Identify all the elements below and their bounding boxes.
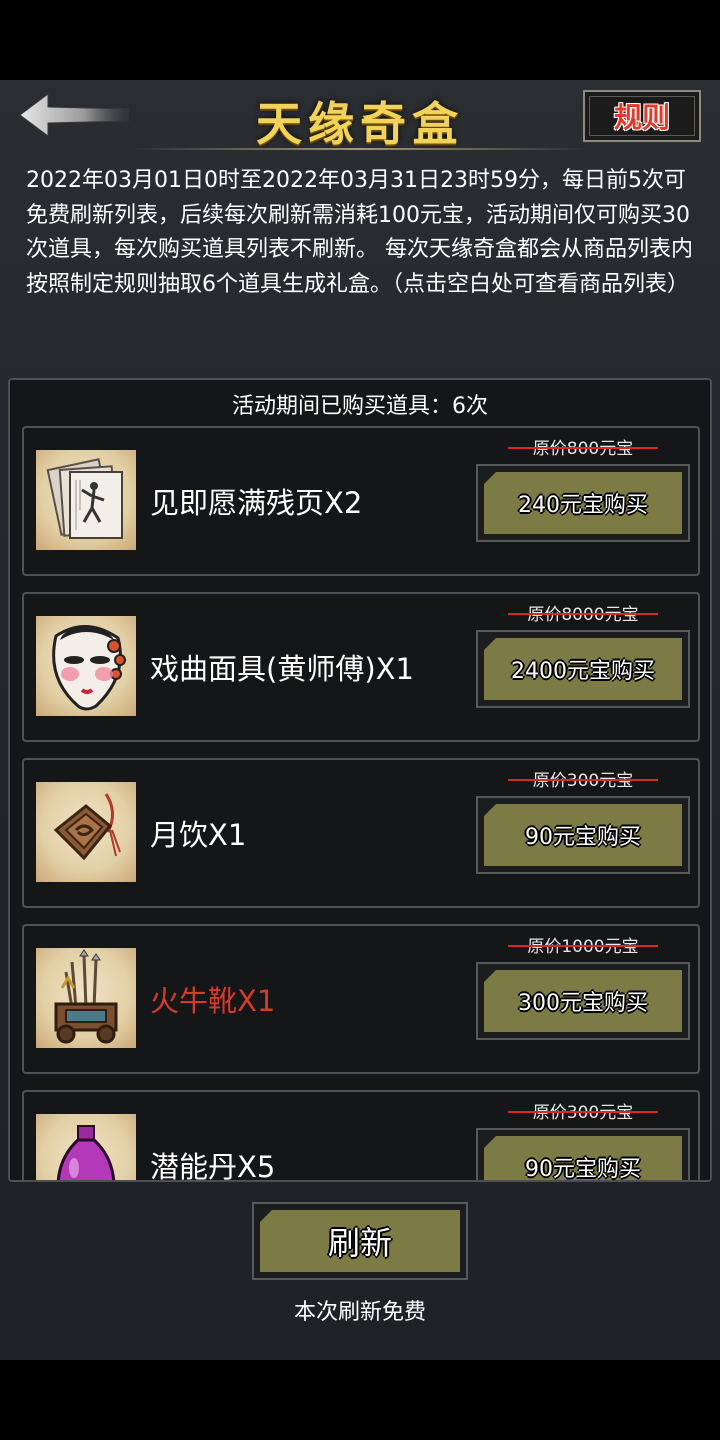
refresh-label: 刷新: [327, 1224, 392, 1262]
buy-button[interactable]: 240元宝购买: [476, 464, 690, 542]
status-bar-area: [0, 0, 720, 80]
buy-button[interactable]: 300元宝购买: [476, 962, 690, 1040]
purple-vase-icon: [36, 1114, 136, 1180]
list-item: 潜能丹X5 原价300元宝 90元宝购买: [22, 1090, 700, 1182]
item-name: 潜能丹X5: [150, 1150, 276, 1182]
event-description: 2022年03月01日0时至2022年03月31日23时59分，每日前5次可免费…: [26, 168, 693, 297]
buy-label: 90元宝购买: [525, 1157, 641, 1182]
buy-label: 240元宝购买: [518, 493, 648, 518]
list-item: 见即愿满残页X2 原价800元宝 240元宝购买: [22, 426, 700, 576]
original-price: 原价8000元宝: [508, 600, 658, 625]
nav-bar-area: [0, 1360, 720, 1440]
list-item: 火牛靴X1 原价1000元宝 300元宝购买: [22, 924, 700, 1074]
original-price: 原价300元宝: [508, 1098, 658, 1123]
buy-button[interactable]: 2400元宝购买: [476, 630, 690, 708]
original-price: 原价800元宝: [508, 434, 658, 459]
list-item: 月饮X1 原价300元宝 90元宝购买: [22, 758, 700, 908]
item-name: 戏曲面具(黄师傅)X1: [150, 652, 414, 686]
refresh-button[interactable]: 刷新: [252, 1202, 468, 1280]
buy-label: 2400元宝购买: [511, 659, 655, 684]
title-divider: [130, 148, 590, 150]
purchased-count: 活动期间已购买道具：6次: [232, 394, 488, 419]
jade-pendant-icon: [36, 782, 136, 882]
buy-label: 300元宝购买: [518, 991, 648, 1016]
original-price: 原价1000元宝: [508, 932, 658, 957]
original-price: 原价300元宝: [508, 766, 658, 791]
item-name: 见即愿满残页X2: [150, 486, 363, 520]
buy-button[interactable]: 90元宝购买: [476, 796, 690, 874]
weapon-cart-icon: [36, 948, 136, 1048]
item-name: 月饮X1: [150, 818, 247, 852]
item-list-panel[interactable]: 活动期间已购买道具：6次 见即愿满残页X2 原价800元宝 240元宝购买 戏曲…: [8, 378, 712, 1182]
refresh-note: 本次刷新免费: [293, 1300, 426, 1325]
manuscript-pages-icon: [36, 450, 136, 550]
opera-mask-icon: [36, 616, 136, 716]
buy-label: 90元宝购买: [525, 825, 641, 850]
rules-button[interactable]: 规则: [583, 90, 701, 142]
buy-button[interactable]: 90元宝购买: [476, 1128, 690, 1182]
list-item: 戏曲面具(黄师傅)X1 原价8000元宝 2400元宝购买: [22, 592, 700, 742]
item-name: 火牛靴X1: [150, 984, 276, 1018]
rules-label: 规则: [613, 101, 670, 134]
